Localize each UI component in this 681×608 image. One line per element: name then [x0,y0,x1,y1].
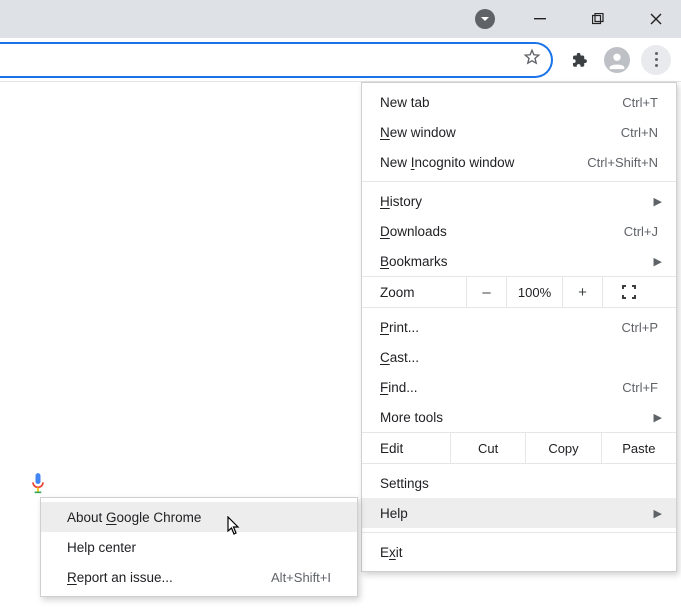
menu-separator [362,181,676,182]
menu-shortcut: Ctrl+P [622,320,658,335]
menu-separator [362,532,676,533]
menu-item-more-tools[interactable]: More tools ▶ [362,402,676,432]
menu-shortcut: Ctrl+F [622,380,658,395]
menu-item-exit[interactable]: Exit [362,537,676,567]
menu-zoom-row: Zoom – 100% + [362,276,676,308]
extensions-icon[interactable] [565,46,593,74]
submenu-arrow-icon: ▶ [654,507,662,520]
menu-label: Bookmarks [380,254,658,269]
menu-label: Settings [380,476,658,491]
vertical-dots-icon [655,52,658,67]
menu-item-history[interactable]: History ▶ [362,186,676,216]
menu-label: Report an issue... [67,570,271,585]
more-menu-button[interactable] [641,45,671,75]
menu-item-settings[interactable]: Settings [362,468,676,498]
menu-label: New window [380,125,621,140]
fullscreen-button[interactable] [602,277,654,307]
bookmark-star-icon[interactable] [523,48,541,71]
menu-item-incognito[interactable]: New Incognito window Ctrl+Shift+N [362,147,676,177]
menu-edit-row: Edit Cut Copy Paste [362,432,676,464]
cut-button[interactable]: Cut [450,433,525,463]
menu-shortcut: Ctrl+J [624,224,658,239]
menu-label: New Incognito window [380,155,587,170]
microphone-icon [28,471,48,497]
menu-item-new-tab[interactable]: New tab Ctrl+T [362,87,676,117]
menu-label: Help center [67,540,331,555]
menu-label: Downloads [380,224,624,239]
menu-shortcut: Alt+Shift+I [271,570,331,585]
submenu-item-about[interactable]: About Google Chrome [41,502,357,532]
menu-label: History [380,194,658,209]
maximize-button[interactable] [581,2,615,36]
menu-label: New tab [380,95,622,110]
menu-shortcut: Ctrl+T [622,95,658,110]
menu-shortcut: Ctrl+N [621,125,658,140]
account-indicator-icon[interactable] [475,9,495,29]
minimize-button[interactable] [523,2,557,36]
window-titlebar [0,0,681,38]
menu-label: Help [380,506,658,521]
menu-item-find[interactable]: Find... Ctrl+F [362,372,676,402]
browser-toolbar [0,38,681,82]
submenu-arrow-icon: ▶ [654,255,662,268]
menu-label: Print... [380,320,622,335]
chrome-main-menu: New tab Ctrl+T New window Ctrl+N New Inc… [361,82,677,572]
profile-button[interactable] [603,46,631,74]
submenu-item-report-issue[interactable]: Report an issue... Alt+Shift+I [41,562,357,592]
menu-label: Exit [380,545,658,560]
help-submenu: About Google Chrome Help center Report a… [40,497,358,597]
fullscreen-icon [622,285,636,299]
menu-item-downloads[interactable]: Downloads Ctrl+J [362,216,676,246]
menu-item-help[interactable]: Help ▶ [362,498,676,528]
menu-item-new-window[interactable]: New window Ctrl+N [362,117,676,147]
menu-label: More tools [380,410,658,425]
submenu-arrow-icon: ▶ [654,411,662,424]
zoom-value: 100% [506,277,562,307]
zoom-out-button[interactable]: – [466,277,506,307]
menu-shortcut: Ctrl+Shift+N [587,155,658,170]
copy-button[interactable]: Copy [525,433,600,463]
menu-label: Cast... [380,350,658,365]
menu-item-bookmarks[interactable]: Bookmarks ▶ [362,246,676,276]
submenu-item-help-center[interactable]: Help center [41,532,357,562]
menu-item-cast[interactable]: Cast... [362,342,676,372]
address-bar[interactable] [0,42,553,78]
menu-item-print[interactable]: Print... Ctrl+P [362,312,676,342]
paste-button[interactable]: Paste [601,433,676,463]
zoom-in-button[interactable]: + [562,277,602,307]
menu-label: Find... [380,380,622,395]
submenu-arrow-icon: ▶ [654,195,662,208]
zoom-label: Zoom [362,285,466,300]
close-button[interactable] [639,2,673,36]
menu-label: About Google Chrome [67,510,331,525]
edit-label: Edit [362,441,450,456]
